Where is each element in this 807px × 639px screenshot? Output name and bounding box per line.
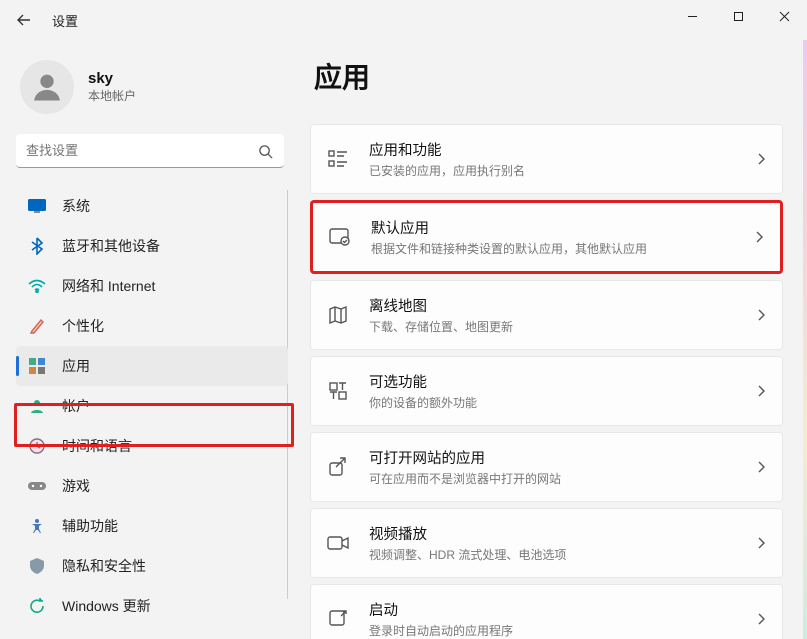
sidebar-item-label: Windows 更新 (62, 596, 151, 616)
card-title: 可打开网站的应用 (369, 447, 752, 468)
card-title: 启动 (369, 599, 752, 620)
page-title: 应用 (310, 56, 783, 96)
list-icon (325, 146, 351, 172)
bluetooth-icon (26, 235, 48, 257)
puzzle-icon (325, 378, 351, 404)
sidebar-item-label: 时间和语言 (62, 436, 132, 456)
card-apps-for-websites[interactable]: 可打开网站的应用 可在应用而不是浏览器中打开的网站 (310, 432, 783, 502)
startup-icon (325, 606, 351, 632)
sidebar-item-label: 系统 (62, 196, 90, 216)
map-icon (325, 302, 351, 328)
sidebar-item-account[interactable]: 帐户 (16, 386, 288, 426)
decorative-edge (803, 40, 807, 639)
window-title: 设置 (52, 11, 78, 30)
sidebar-item-label: 蓝牙和其他设备 (62, 236, 160, 256)
search-box (16, 134, 284, 168)
sidebar-item-system[interactable]: 系统 (16, 186, 288, 226)
user-icon (26, 395, 48, 417)
card-video-playback[interactable]: 视频播放 视频调整、HDR 流式处理、电池选项 (310, 508, 783, 578)
sidebar-item-accessibility[interactable]: 辅助功能 (16, 506, 288, 546)
search-input[interactable] (16, 134, 284, 168)
sidebar-item-label: 网络和 Internet (62, 276, 155, 296)
sidebar-item-privacy[interactable]: 隐私和安全性 (16, 546, 288, 586)
sidebar-item-label: 帐户 (62, 396, 90, 416)
chevron-right-icon (752, 610, 770, 628)
settings-cards: 应用和功能 已安装的应用，应用执行别名 默认应用 根据文件和链接种类设置的默认应… (310, 124, 783, 639)
sidebar-item-label: 个性化 (62, 316, 104, 336)
card-apps-features[interactable]: 应用和功能 已安装的应用，应用执行别名 (310, 124, 783, 194)
card-title: 应用和功能 (369, 139, 752, 160)
chevron-right-icon (750, 228, 768, 246)
sidebar-item-label: 辅助功能 (62, 516, 118, 536)
profile-subtitle: 本地帐户 (88, 87, 136, 104)
sidebar-item-personalization[interactable]: 个性化 (16, 306, 288, 346)
clock-icon (26, 435, 48, 457)
sidebar-item-network[interactable]: 网络和 Internet (16, 266, 288, 306)
sidebar-item-update[interactable]: Windows 更新 (16, 586, 288, 626)
card-subtitle: 已安装的应用，应用执行别名 (369, 162, 752, 179)
card-startup[interactable]: 启动 登录时自动启动的应用程序 (310, 584, 783, 639)
wifi-icon (26, 275, 48, 297)
main-content: 应用 应用和功能 已安装的应用，应用执行别名 默认应用 根据文件和链接种类设置的… (300, 40, 807, 639)
gamepad-icon (26, 475, 48, 497)
card-offline-maps[interactable]: 离线地图 下载、存储位置、地图更新 (310, 280, 783, 350)
brush-icon (26, 315, 48, 337)
minimize-button[interactable] (669, 0, 715, 32)
search-icon[interactable] (256, 142, 274, 160)
chevron-right-icon (752, 382, 770, 400)
profile-name: sky (88, 70, 136, 87)
video-icon (325, 530, 351, 556)
chevron-right-icon (752, 306, 770, 324)
card-title: 默认应用 (371, 217, 750, 238)
card-subtitle: 你的设备的额外功能 (369, 394, 752, 411)
titlebar: 设置 (0, 0, 807, 40)
card-subtitle: 根据文件和链接种类设置的默认应用，其他默认应用 (371, 240, 750, 257)
card-title: 离线地图 (369, 295, 752, 316)
avatar (20, 60, 74, 114)
maximize-button[interactable] (715, 0, 761, 32)
card-optional-features[interactable]: 可选功能 你的设备的额外功能 (310, 356, 783, 426)
sidebar-item-label: 游戏 (62, 476, 90, 496)
default-apps-icon (327, 224, 353, 250)
sidebar-item-label: 应用 (62, 356, 90, 376)
sidebar-item-apps[interactable]: 应用 (16, 346, 288, 386)
back-button[interactable] (8, 4, 40, 36)
chevron-right-icon (752, 150, 770, 168)
sidebar-nav: 系统 蓝牙和其他设备 网络和 Internet 个性化 应用 帐户 (16, 186, 288, 639)
apps-icon (26, 355, 48, 377)
share-icon (325, 454, 351, 480)
chevron-right-icon (752, 458, 770, 476)
card-subtitle: 登录时自动启动的应用程序 (369, 622, 752, 639)
chevron-right-icon (752, 534, 770, 552)
monitor-icon (26, 195, 48, 217)
update-icon (26, 595, 48, 617)
card-title: 可选功能 (369, 371, 752, 392)
sidebar-item-time-language[interactable]: 时间和语言 (16, 426, 288, 466)
sidebar-item-gaming[interactable]: 游戏 (16, 466, 288, 506)
card-subtitle: 可在应用而不是浏览器中打开的网站 (369, 470, 752, 487)
profile[interactable]: sky 本地帐户 (16, 48, 288, 132)
sidebar-item-bluetooth[interactable]: 蓝牙和其他设备 (16, 226, 288, 266)
card-subtitle: 下载、存储位置、地图更新 (369, 318, 752, 335)
sidebar-item-label: 隐私和安全性 (62, 556, 146, 576)
close-button[interactable] (761, 0, 807, 32)
card-default-apps[interactable]: 默认应用 根据文件和链接种类设置的默认应用，其他默认应用 (310, 200, 783, 274)
shield-icon (26, 555, 48, 577)
accessibility-icon (26, 515, 48, 537)
window-controls (669, 0, 807, 32)
sidebar: sky 本地帐户 系统 蓝牙和其他设备 网络和 Internet (0, 40, 300, 639)
card-subtitle: 视频调整、HDR 流式处理、电池选项 (369, 546, 752, 563)
card-title: 视频播放 (369, 523, 752, 544)
